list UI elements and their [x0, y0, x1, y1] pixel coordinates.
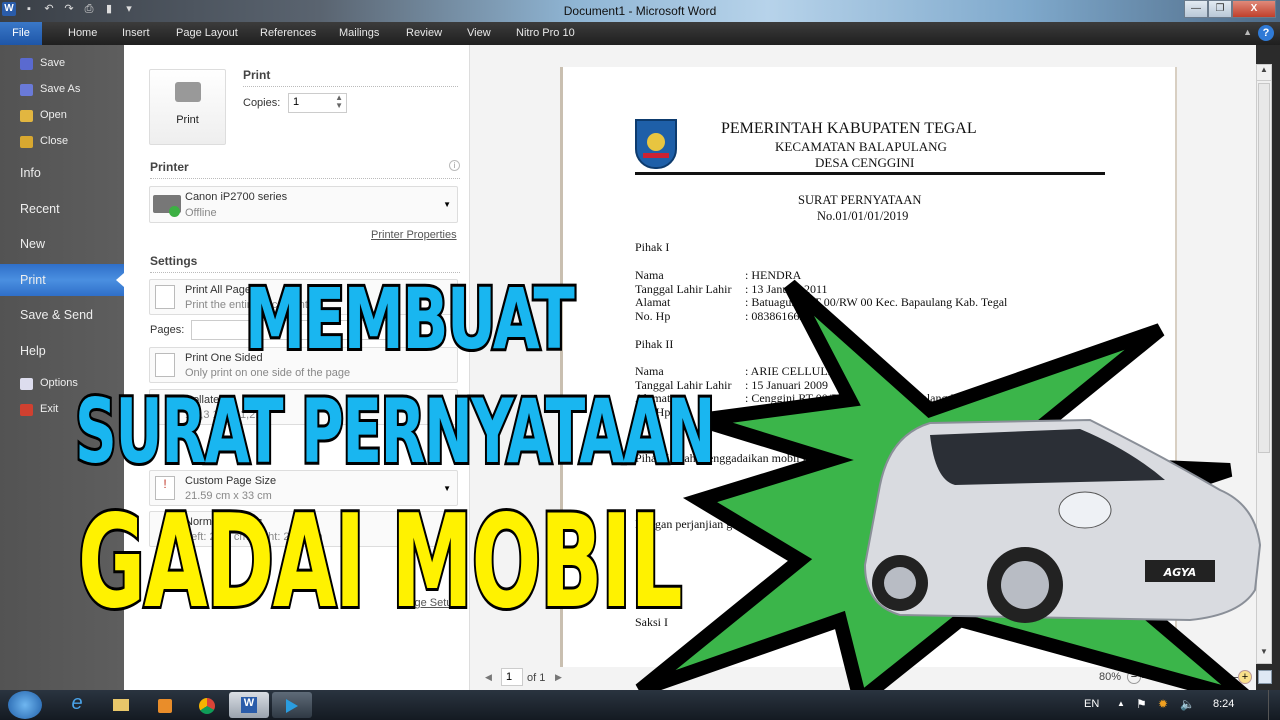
car-badge-text: AGYA	[1163, 566, 1197, 579]
show-hidden-icons[interactable]: ▲	[1117, 699, 1125, 708]
volume-icon[interactable]: 🔈	[1180, 697, 1195, 711]
network-icon[interactable]: ✹	[1158, 697, 1168, 711]
file-explorer-icon[interactable]	[102, 692, 140, 718]
start-button[interactable]	[8, 691, 42, 719]
overlay-title-line-1: MEMBUAT	[243, 267, 577, 371]
action-center-flag-icon[interactable]: ⚑	[1136, 697, 1147, 711]
car-image: AGYA	[863, 418, 1262, 623]
media-player-icon[interactable]	[146, 692, 184, 718]
language-indicator[interactable]: EN	[1084, 698, 1099, 710]
chrome-icon[interactable]	[188, 692, 226, 718]
internet-explorer-icon[interactable]: e	[58, 692, 96, 718]
video-player-taskbar-button[interactable]	[272, 692, 312, 718]
clock[interactable]: 8:24	[1213, 698, 1234, 710]
taskbar: e W EN ▲ ⚑ ✹ 🔈 8:24	[0, 690, 1280, 720]
microsoft-word-taskbar-button[interactable]: W	[229, 692, 269, 718]
overlay-title-line-3: GADAI MOBIL	[76, 485, 684, 640]
show-desktop-button[interactable]	[1268, 690, 1280, 720]
overlay-title-line-2: SURAT PERNYATAAN	[73, 377, 717, 486]
